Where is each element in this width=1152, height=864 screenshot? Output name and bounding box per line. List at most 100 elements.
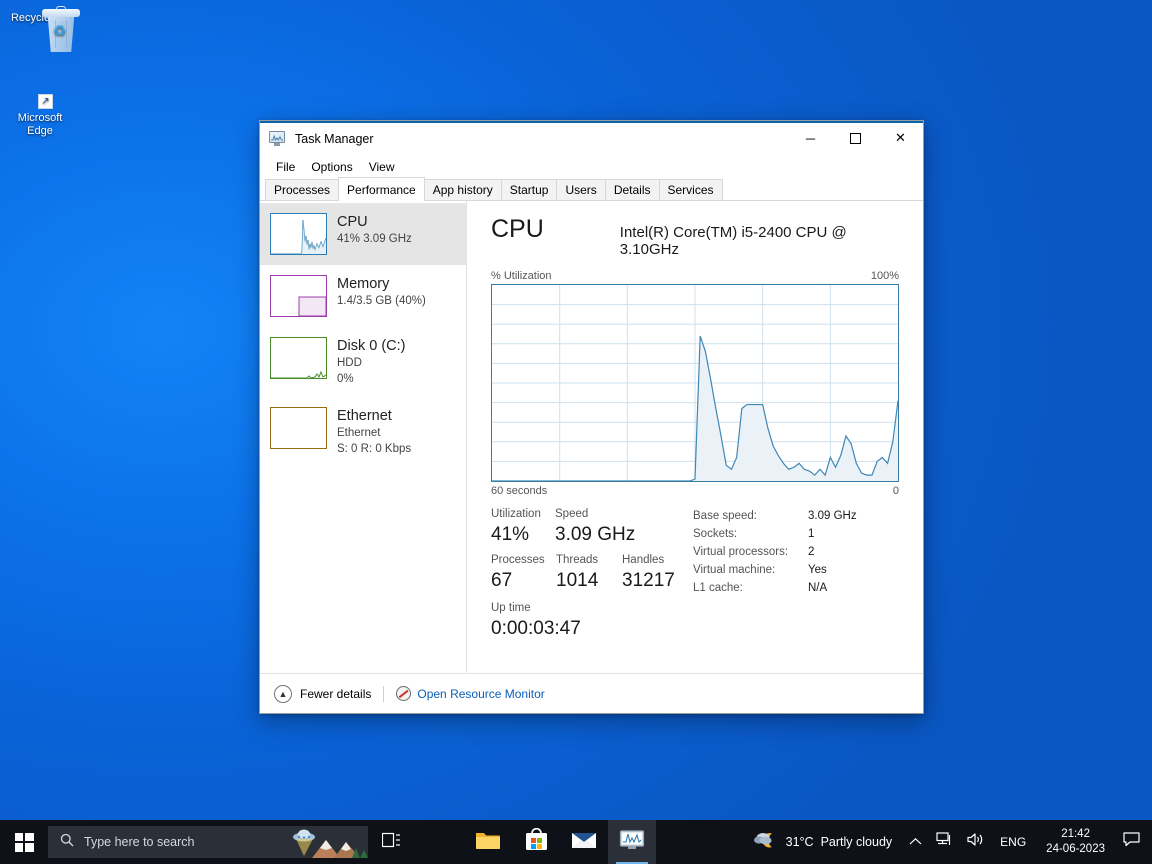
sidebar-memory-sub: 1.4/3.5 GB (40%)	[337, 295, 426, 307]
info-row-virtual-machine: Virtual machine: Yes	[693, 561, 899, 579]
network-button[interactable]	[929, 820, 960, 864]
tab-startup[interactable]: Startup	[500, 179, 558, 200]
search-icon	[60, 833, 74, 852]
cpu-model-name: Intel(R) Core(TM) i5-2400 CPU @ 3.10GHz	[619, 224, 847, 258]
sidebar-cpu-title: CPU	[337, 214, 368, 230]
chevron-up-icon	[909, 833, 922, 851]
resource-monitor-icon	[396, 686, 412, 701]
tab-services[interactable]: Services	[658, 179, 723, 200]
show-hidden-icons-button[interactable]	[902, 820, 929, 864]
sidebar-item-disk[interactable]: Disk 0 (C:) HDD 0%	[260, 327, 466, 397]
desktop-icon-microsoft-edge[interactable]: ↗ Microsoft Edge	[2, 94, 78, 138]
desktop-icon-recycle-bin[interactable]: ♻ Recycle Bin	[2, 6, 80, 52]
info-key: Virtual machine:	[693, 564, 776, 576]
cpu-info-list: Base speed: 3.09 GHz Sockets: 1 Virtual …	[693, 506, 899, 642]
close-button[interactable]: ✕	[878, 121, 923, 155]
task-manager-window: Task Manager ─ ✕ File Options View Proce…	[259, 120, 924, 714]
task-manager-taskbar-button[interactable]	[608, 820, 656, 864]
info-row-virtual-processors: Virtual processors: 2	[693, 543, 899, 561]
tab-strip: Processes Performance App history Startu…	[260, 177, 923, 201]
utilization-value: 41%	[491, 524, 530, 545]
sidebar-item-cpu[interactable]: CPU 41% 3.09 GHz	[260, 203, 466, 265]
search-illustration	[282, 826, 368, 858]
task-view-button[interactable]	[368, 820, 416, 864]
windows-start-icon	[14, 832, 34, 852]
sidebar-ethernet-title: Ethernet	[337, 408, 392, 424]
speaker-icon	[967, 832, 985, 852]
mail-icon	[571, 830, 597, 855]
task-manager-icon	[269, 131, 287, 147]
open-resource-monitor-link[interactable]: Open Resource Monitor	[417, 687, 544, 701]
info-row-base-speed: Base speed: 3.09 GHz	[693, 507, 899, 525]
menu-options[interactable]: Options	[303, 158, 360, 176]
microsoft-store-button[interactable]	[512, 820, 560, 864]
speed-label: Speed	[555, 508, 589, 520]
network-icon	[936, 832, 953, 852]
search-placeholder: Type here to search	[84, 835, 195, 849]
menu-file[interactable]: File	[268, 158, 303, 176]
minimize-button[interactable]: ─	[788, 121, 833, 155]
uptime-label: Up time	[491, 602, 531, 614]
window-titlebar[interactable]: Task Manager ─ ✕	[260, 121, 923, 155]
info-value: 1	[808, 528, 815, 540]
info-key: L1 cache:	[693, 582, 743, 594]
weather-widget[interactable]: 31°C Partly cloudy	[747, 820, 903, 864]
sidebar-ethernet-sub1: Ethernet	[337, 427, 381, 439]
graph-axis-label-bottom-left: 60 seconds	[491, 485, 548, 497]
tab-performance[interactable]: Performance	[338, 177, 425, 201]
tab-users[interactable]: Users	[556, 179, 606, 200]
sidebar-memory-title: Memory	[337, 276, 390, 292]
memory-thumbnail-graph	[270, 275, 327, 317]
start-button[interactable]	[0, 820, 48, 864]
cpu-utilization-graph	[491, 284, 899, 482]
fewer-details-button[interactable]: Fewer details	[300, 687, 371, 701]
tab-app-history[interactable]: App history	[423, 179, 502, 200]
maximize-button[interactable]	[833, 121, 878, 155]
file-explorer-button[interactable]	[464, 820, 512, 864]
notification-icon	[1123, 832, 1140, 852]
sidebar-ethernet-sub2: S: 0 R: 0 Kbps	[337, 443, 412, 455]
info-value: N/A	[808, 582, 828, 594]
desktop-icon-label-line1: Microsoft	[17, 112, 63, 124]
window-controls: ─ ✕	[788, 121, 923, 155]
sidebar-item-memory[interactable]: Memory 1.4/3.5 GB (40%)	[260, 265, 466, 327]
tab-details[interactable]: Details	[604, 179, 660, 200]
edge-taskbar-button[interactable]	[416, 820, 464, 864]
footer-divider	[383, 685, 385, 702]
weather-description: Partly cloudy	[820, 835, 893, 849]
weather-temperature: 31°C	[785, 835, 814, 849]
sidebar-item-ethernet[interactable]: Ethernet Ethernet S: 0 R: 0 Kbps	[260, 397, 466, 467]
detail-title: CPU	[491, 215, 544, 243]
action-center-button[interactable]	[1117, 820, 1152, 864]
sidebar-cpu-sub: 41% 3.09 GHz	[337, 233, 412, 245]
threads-label: Threads	[556, 554, 599, 566]
language-indicator[interactable]: ENG	[992, 820, 1034, 864]
utilization-label: Utilization	[491, 508, 541, 520]
info-value: 2	[808, 546, 815, 558]
graph-axis-label-top-left: % Utilization	[491, 270, 552, 282]
performance-detail-pane: CPU Intel(R) Core(TM) i5-2400 CPU @ 3.10…	[467, 201, 923, 673]
system-tray: 31°C Partly cloudy ENG 21:42 24-06-2023	[747, 820, 1152, 864]
info-value: Yes	[808, 564, 827, 576]
task-manager-icon	[619, 829, 645, 856]
info-row-l1-cache: L1 cache: N/A	[693, 579, 899, 597]
tab-processes[interactable]: Processes	[265, 179, 340, 200]
info-row-sockets: Sockets: 1	[693, 525, 899, 543]
volume-button[interactable]	[960, 820, 992, 864]
disk-thumbnail-graph	[270, 337, 327, 379]
clock-time: 21:42	[1061, 828, 1090, 840]
chevron-up-icon[interactable]: ▲	[274, 684, 292, 703]
clock[interactable]: 21:42 24-06-2023	[1034, 820, 1117, 864]
graph-axis-label-top-right: 100%	[870, 270, 899, 282]
threads-value: 1014	[556, 570, 599, 591]
menu-view[interactable]: View	[361, 158, 403, 176]
search-input[interactable]: Type here to search	[48, 826, 368, 858]
task-view-icon	[381, 831, 402, 854]
window-title: Task Manager	[295, 132, 374, 146]
store-icon	[525, 827, 548, 856]
mail-button[interactable]	[560, 820, 608, 864]
performance-sidebar: CPU 41% 3.09 GHz Memory 1.4/3.5 GB (40%)	[260, 201, 467, 673]
info-key: Virtual processors:	[693, 546, 789, 558]
info-value: 3.09 GHz	[808, 510, 857, 522]
clock-date: 24-06-2023	[1046, 843, 1105, 855]
